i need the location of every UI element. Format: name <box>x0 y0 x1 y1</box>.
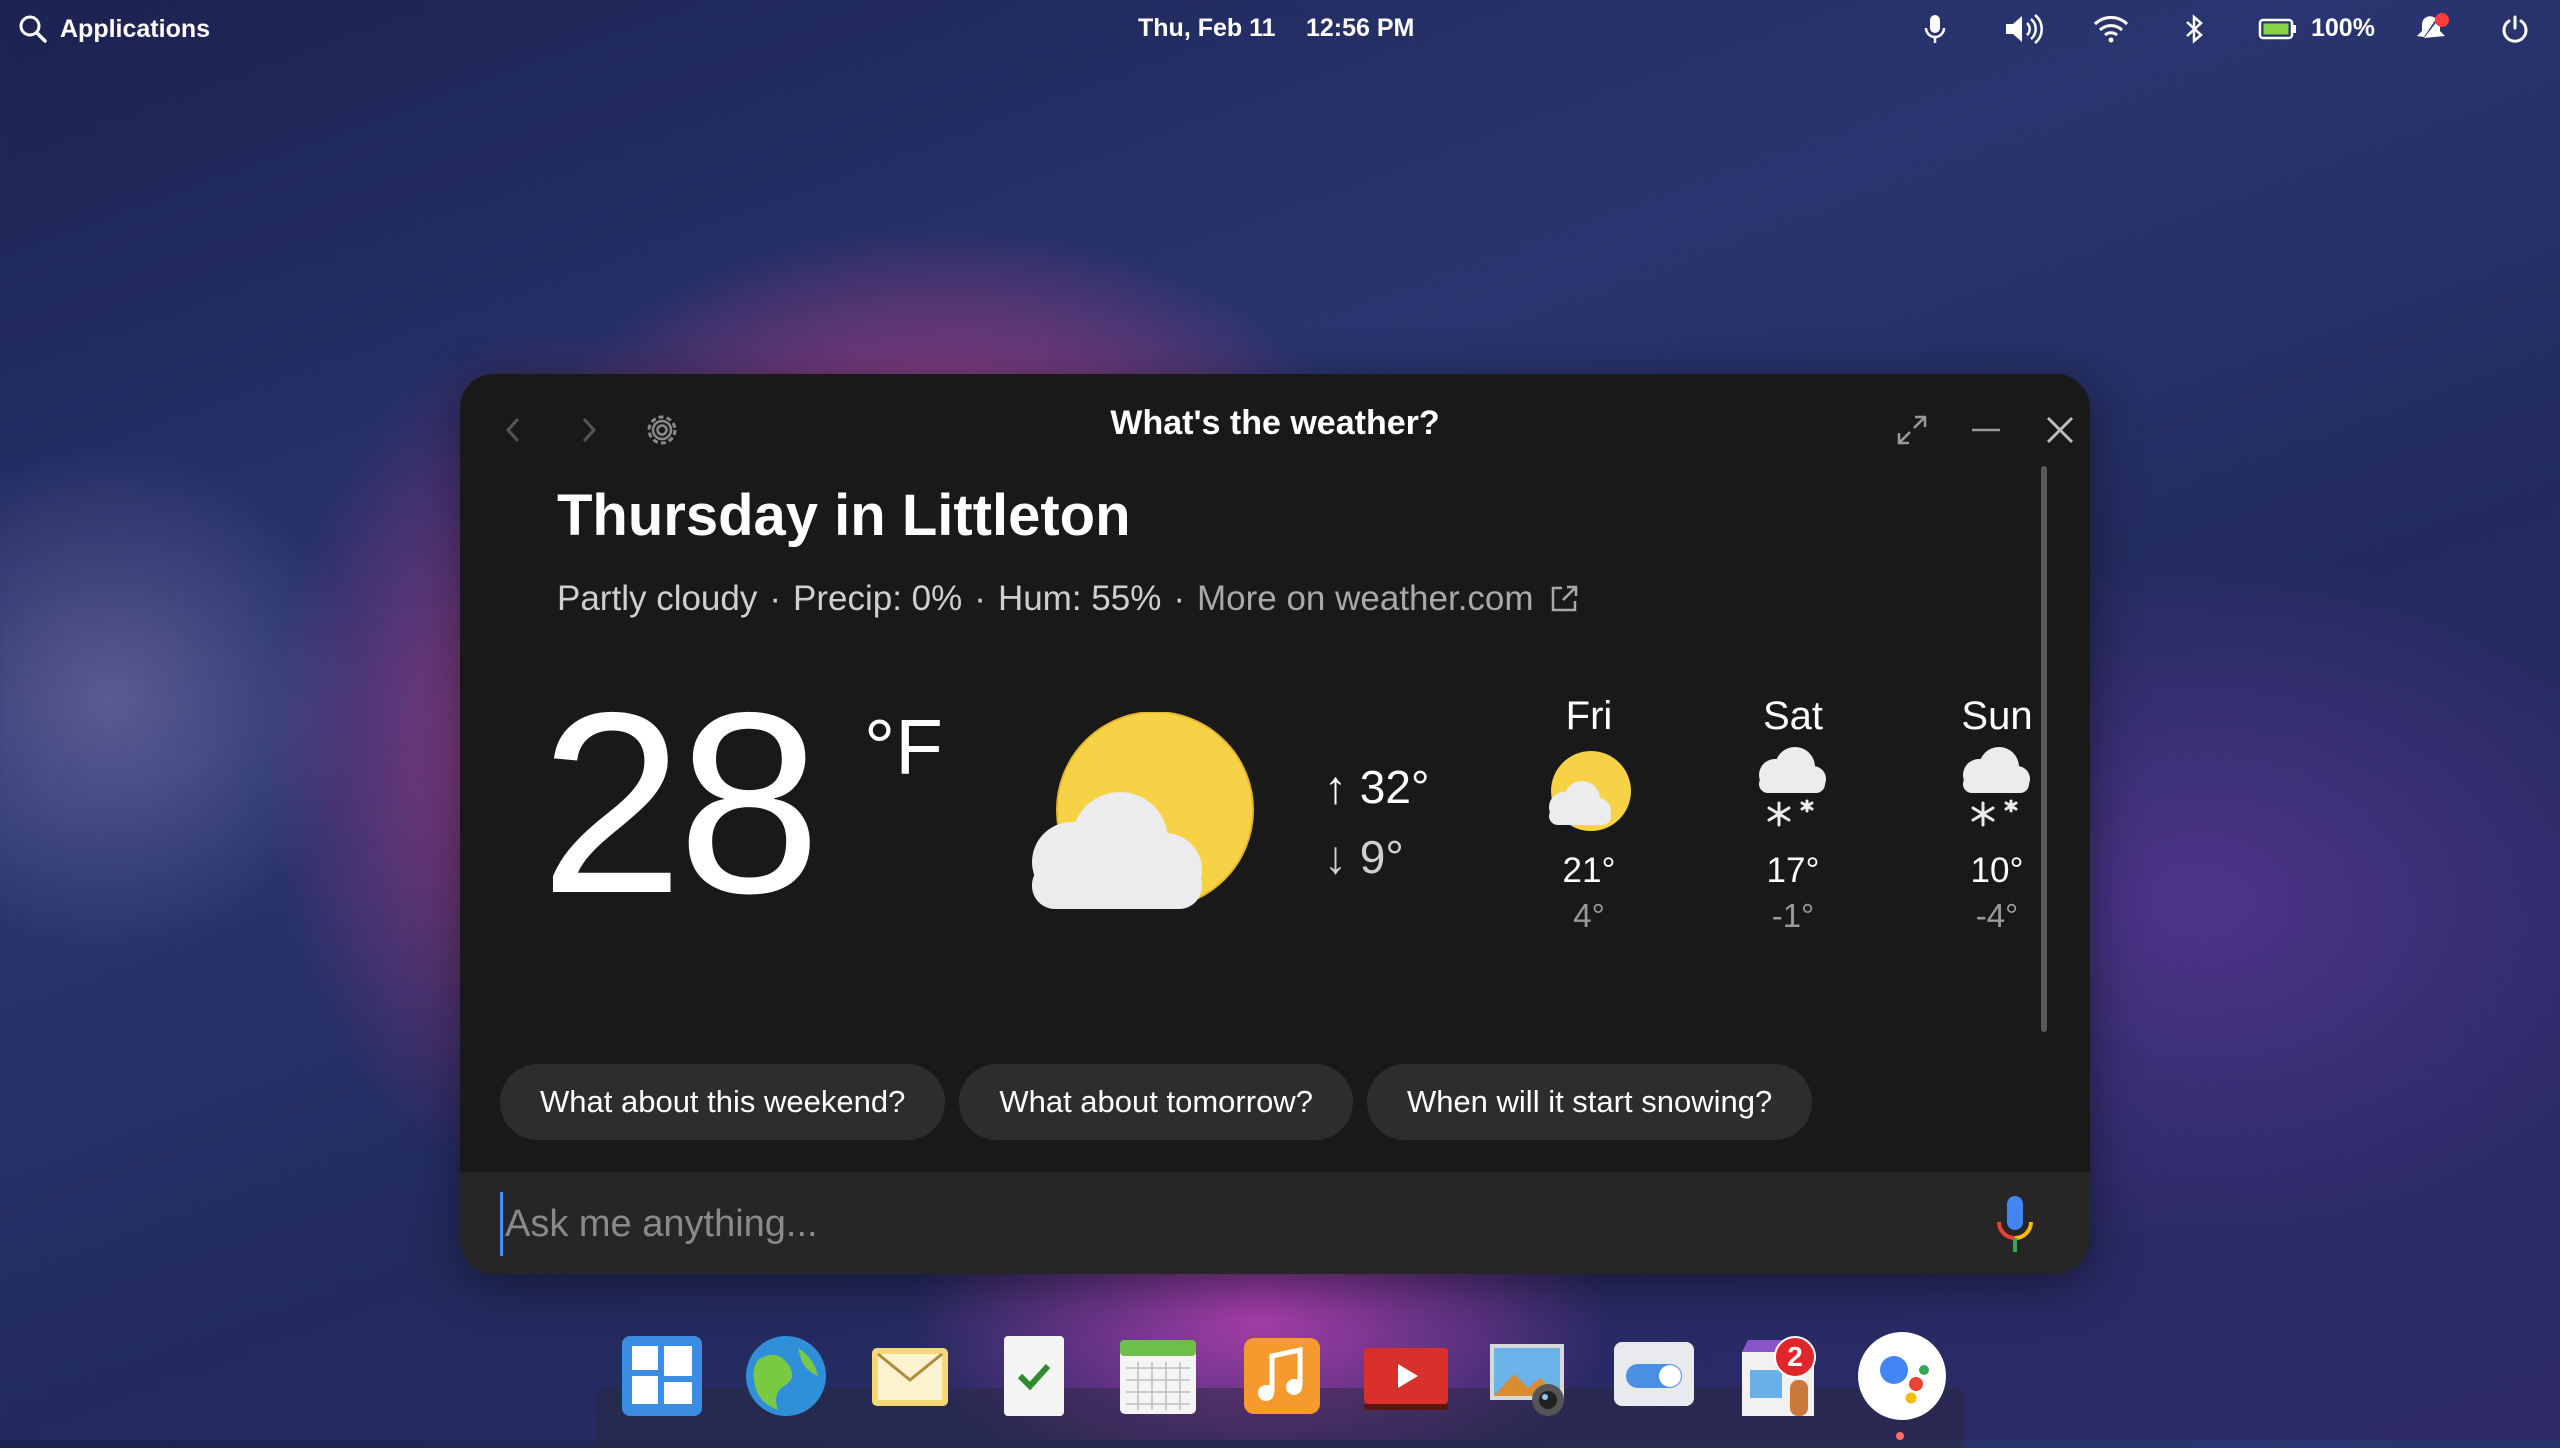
snow-icon <box>1963 747 2030 827</box>
sound-indicator[interactable] <box>2002 12 2044 46</box>
notification-bell-icon <box>2417 13 2449 38</box>
session-indicator[interactable] <box>2500 12 2530 46</box>
time-indicator[interactable]: 12:56 PM <box>1306 14 1414 43</box>
separator: · <box>974 579 986 618</box>
maximize-button[interactable] <box>1886 404 1938 456</box>
minimize-icon <box>1972 428 2000 432</box>
suggestion-chip-tomorrow[interactable]: What about tomorrow? <box>959 1064 1353 1140</box>
partly-cloudy-icon <box>1549 751 1631 831</box>
forecast-day-name: Fri <box>1565 694 1613 738</box>
top-panel: Applications Thu, Feb 11 12:56 PM 100% <box>0 0 2560 58</box>
power-indicator[interactable] <box>2258 12 2298 46</box>
forecast-high: 17° <box>1766 851 1820 890</box>
forecast-day-name: Sun <box>1961 694 2033 738</box>
humidity-text: Hum: 55% <box>997 579 1162 618</box>
forecast-high: 10° <box>1970 851 2024 890</box>
window-title: What's the weather? <box>1110 404 1440 442</box>
music-icon[interactable] <box>1236 1330 1328 1422</box>
suggestion-chips: What about this weekend? What about tomo… <box>500 1064 1813 1140</box>
wifi-icon <box>2093 16 2129 43</box>
snow-icon <box>1759 747 1826 827</box>
web-browser-icon[interactable] <box>740 1330 832 1422</box>
assistant-window: What's the weather? Thursday in Littleto… <box>460 374 2090 1274</box>
expand-icon <box>1897 415 1927 445</box>
close-button[interactable] <box>2034 404 2086 456</box>
forecast-high: 21° <box>1562 851 1616 890</box>
tasks-icon[interactable] <box>988 1330 1080 1422</box>
network-indicator[interactable] <box>2093 12 2129 46</box>
precipitation-text: Precip: 0% <box>793 579 963 618</box>
forecast-low: -1° <box>1771 897 1815 934</box>
forecast-low: 4° <box>1573 897 1605 934</box>
current-temperature: 28 <box>540 658 821 947</box>
suggestion-chip-snowing[interactable]: When will it start snowing? <box>1366 1064 1813 1140</box>
suggestion-chip-weekend[interactable]: What about this weekend? <box>500 1064 946 1140</box>
mail-icon[interactable] <box>864 1330 956 1422</box>
close-icon <box>2046 416 2074 444</box>
date-indicator[interactable]: Thu, Feb 11 <box>1138 14 1276 43</box>
microphone-icon <box>1924 15 1946 43</box>
query-bar <box>460 1172 2090 1274</box>
applications-menu[interactable]: Applications <box>18 12 210 46</box>
minimize-button[interactable] <box>1960 404 2012 456</box>
power-icon <box>2502 15 2528 43</box>
external-link-icon[interactable] <box>1548 583 1580 615</box>
weather-heading: Thursday in Littleton <box>557 483 1131 548</box>
forecast-day: Fri 21° 4° <box>1529 694 1649 935</box>
condition-text: Partly cloudy <box>557 579 758 618</box>
search-icon <box>19 15 47 43</box>
microphone-icon[interactable] <box>1994 1194 2036 1256</box>
microphone-indicator[interactable] <box>1920 12 1950 46</box>
app-store-update-badge: 2 <box>1774 1336 1816 1378</box>
forecast-day-name: Sat <box>1762 694 1824 738</box>
photos-icon[interactable] <box>1484 1330 1576 1422</box>
high-temperature: ↑ 32° <box>1324 761 1430 813</box>
notifications-indicator[interactable] <box>2414 12 2454 46</box>
applications-label: Applications <box>60 14 211 43</box>
calendar-icon[interactable] <box>1112 1330 1204 1422</box>
bluetooth-indicator[interactable] <box>2182 12 2206 46</box>
battery-percentage: 100% <box>2311 14 2375 42</box>
battery-icon <box>2258 18 2296 40</box>
separator: · <box>769 579 782 618</box>
partly-cloudy-icon <box>1032 712 1254 909</box>
running-indicator <box>1896 1432 1904 1440</box>
bluetooth-icon <box>2186 14 2203 44</box>
ask-input[interactable] <box>500 1192 1907 1256</box>
videos-icon[interactable] <box>1360 1330 1452 1422</box>
forecast-day: Sat 17° -1° <box>1733 694 1853 935</box>
volume-icon <box>2006 14 2043 44</box>
weather-com-link[interactable]: More on weather.com <box>1197 579 1534 619</box>
multitasking-view-icon[interactable] <box>616 1330 708 1422</box>
weather-summary: Partly cloudy · Precip: 0% · Hum: 55% · … <box>557 579 1580 619</box>
forecast-low: -4° <box>1975 897 2019 934</box>
system-settings-icon[interactable] <box>1608 1330 1700 1422</box>
low-temperature: ↓ 9° <box>1324 831 1404 883</box>
temperature-unit: °F <box>864 703 943 791</box>
assistant-icon[interactable] <box>1856 1330 1948 1422</box>
window-header: What's the weather? <box>460 374 2090 478</box>
forecast-day: Sun 10° -4° <box>1937 694 2057 935</box>
separator: · <box>1173 579 1185 618</box>
dock <box>596 1306 1964 1448</box>
